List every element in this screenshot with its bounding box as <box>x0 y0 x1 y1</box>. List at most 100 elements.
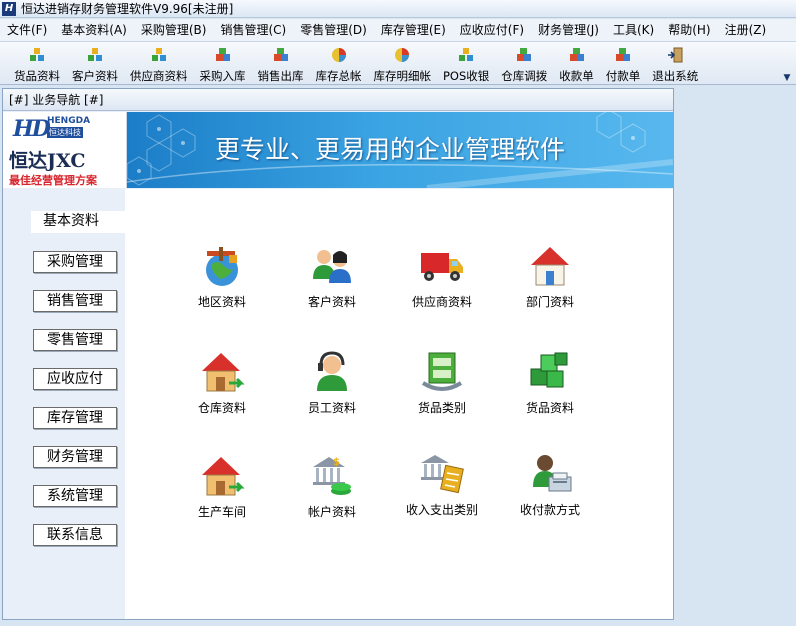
toolbar-sales-out-button[interactable]: 销售出库 <box>252 42 310 84</box>
tool-label: 退出系统 <box>652 69 699 83</box>
boxes-icon <box>273 48 288 61</box>
function-label: 仓库资料 <box>197 401 246 415</box>
sidebar-item-sales[interactable]: 销售管理 <box>33 290 117 312</box>
truck-icon <box>421 253 463 281</box>
sidebar-item-inventory[interactable]: 库存管理 <box>33 407 117 429</box>
headset-operator-icon <box>317 351 347 391</box>
function-label: 收付款方式 <box>519 503 580 517</box>
brand-english-name: HENGDA <box>47 116 91 126</box>
sidebar-item-system[interactable]: 系统管理 <box>33 485 117 507</box>
tool-label: POS收银 <box>443 69 490 83</box>
toolbar-customer-data-button[interactable]: 客户资料 <box>66 42 124 84</box>
function-panel: 地区资料 客户资料 供应商资料 部门资料 仓库资料 员工资料 货品类别 货品资料… <box>125 189 673 619</box>
toolbar-exit-button[interactable]: 退出系统 <box>646 42 704 84</box>
toolbar-pos-button[interactable]: POS收银 <box>437 42 495 84</box>
tool-label: 采购入库 <box>199 69 246 83</box>
sidebar-item-finance[interactable]: 财务管理 <box>33 446 117 468</box>
boxes-icon <box>215 48 230 61</box>
sidebar-item-receivable-payable[interactable]: 应收应付 <box>33 368 117 390</box>
cubes-icon <box>88 48 102 61</box>
function-warehouse-data[interactable]: 仓库资料 <box>177 349 267 416</box>
menu-help[interactable]: 帮助(H) <box>661 19 717 41</box>
toolbar: 货品资料 客户资料 供应商资料 采购入库 销售出库 库存总帐 库存明细帐 POS… <box>0 41 796 85</box>
tool-label: 销售出库 <box>257 69 304 83</box>
pie-chart-icon <box>331 48 346 62</box>
menu-tools[interactable]: 工具(K) <box>606 19 661 41</box>
tool-label: 客户资料 <box>72 69 118 83</box>
toolbar-payment-button[interactable]: 付款单 <box>600 42 647 84</box>
warehouse-icon <box>202 353 245 392</box>
brand-slogan: 最佳经营管理方案 <box>9 174 97 187</box>
app-logo-icon: H <box>2 1 16 16</box>
cubes-icon <box>151 48 166 61</box>
toolbar-stock-ledger-button[interactable]: 库存总帐 <box>310 42 368 84</box>
business-navigation-window: [#] 业务导航 [#] HD HENGDA 恒达科技 恒达JXC 最佳经营管理… <box>2 88 674 620</box>
menu-receivable-payable[interactable]: 应收应付(F) <box>453 19 531 41</box>
function-account-data[interactable]: $ 帐户资料 <box>287 453 377 520</box>
boxes-icon <box>616 48 631 61</box>
toolbar-receipt-button[interactable]: 收款单 <box>553 42 600 84</box>
window-title: 恒达进销存财务管理软件V9.96[未注册] <box>21 2 234 16</box>
function-department-data[interactable]: 部门资料 <box>505 243 595 310</box>
menu-bar: 文件(F) 基本资料(A) 采购管理(B) 销售管理(C) 零售管理(D) 库存… <box>0 19 796 41</box>
tool-label: 供应商资料 <box>130 69 188 83</box>
globe-icon <box>206 247 238 286</box>
function-employee-data[interactable]: 员工资料 <box>287 349 377 416</box>
menu-finance[interactable]: 财务管理(J) <box>531 19 606 41</box>
banner: HD HENGDA 恒达科技 恒达JXC 最佳经营管理方案 更专业、更易用的企业… <box>3 112 673 188</box>
menu-basic-data[interactable]: 基本资料(A) <box>54 19 134 41</box>
function-label: 员工资料 <box>307 401 356 415</box>
sidebar-item-purchase[interactable]: 采购管理 <box>33 251 117 273</box>
cubes-icon <box>30 48 44 61</box>
cubes-icon <box>459 48 474 61</box>
house-icon <box>531 247 569 286</box>
tool-label: 收款单 <box>559 69 594 83</box>
tool-label: 库存总帐 <box>315 69 362 83</box>
function-supplier-data[interactable]: 供应商资料 <box>397 243 487 310</box>
function-label: 地区资料 <box>197 295 246 309</box>
bank-coins-icon: $ <box>313 457 351 495</box>
sidebar-item-retail[interactable]: 零售管理 <box>33 329 117 351</box>
function-region-data[interactable]: 地区资料 <box>177 243 267 310</box>
cashier-icon <box>533 455 572 492</box>
function-label: 收入支出类别 <box>405 503 478 517</box>
menu-purchase[interactable]: 采购管理(B) <box>134 19 214 41</box>
navigation-window-title: [#] 业务导航 [#] <box>3 89 673 111</box>
banner-headline: 更专业、更易用的企业管理软件 <box>215 135 566 164</box>
sidebar-item-basic-data[interactable]: 基本资料 <box>31 211 127 233</box>
function-income-expense-category[interactable]: 收入支出类别 <box>397 451 487 518</box>
function-customer-data[interactable]: 客户资料 <box>287 243 377 310</box>
svg-text:$: $ <box>333 457 340 468</box>
tool-label: 付款单 <box>605 69 641 83</box>
menu-inventory[interactable]: 库存管理(E) <box>374 19 453 41</box>
toolbar-goods-data-button[interactable]: 货品资料 <box>8 42 66 84</box>
sidebar-item-contact[interactable]: 联系信息 <box>33 524 117 546</box>
tool-label: 仓库调拨 <box>501 69 548 83</box>
toolbar-warehouse-transfer-button[interactable]: 仓库调拨 <box>495 42 553 84</box>
menu-sales[interactable]: 销售管理(C) <box>213 19 293 41</box>
banner-headline-area: 更专业、更易用的企业管理软件 <box>127 112 673 188</box>
toolbar-purchase-in-button[interactable]: 采购入库 <box>194 42 252 84</box>
green-cubes-icon <box>530 352 568 388</box>
function-label: 帐户资料 <box>307 505 356 519</box>
menu-register[interactable]: 注册(Z) <box>718 19 774 41</box>
function-label: 部门资料 <box>525 295 574 309</box>
toolbar-stock-detail-button[interactable]: 库存明细帐 <box>368 42 438 84</box>
boxes-icon <box>517 48 532 61</box>
menu-retail[interactable]: 零售管理(D) <box>293 19 374 41</box>
function-label: 货品类别 <box>417 401 466 415</box>
menu-file[interactable]: 文件(F) <box>0 19 54 41</box>
toolbar-overflow-chevron-icon[interactable]: ▼ <box>782 72 792 84</box>
function-payment-method[interactable]: 收付款方式 <box>505 451 595 518</box>
toolbar-supplier-data-button[interactable]: 供应商资料 <box>124 42 194 84</box>
function-goods-data[interactable]: 货品资料 <box>505 349 595 416</box>
function-label: 客户资料 <box>307 295 356 309</box>
tool-label: 货品资料 <box>14 69 60 83</box>
function-label: 供应商资料 <box>411 295 472 309</box>
function-goods-category[interactable]: 货品类别 <box>397 349 487 416</box>
function-label: 货品资料 <box>525 401 574 415</box>
function-workshop[interactable]: 生产车间 <box>177 453 267 520</box>
brand-company-name: 恒达科技 <box>47 127 83 138</box>
cabinet-icon <box>421 352 463 391</box>
brand-product-name: 恒达JXC <box>9 150 86 172</box>
